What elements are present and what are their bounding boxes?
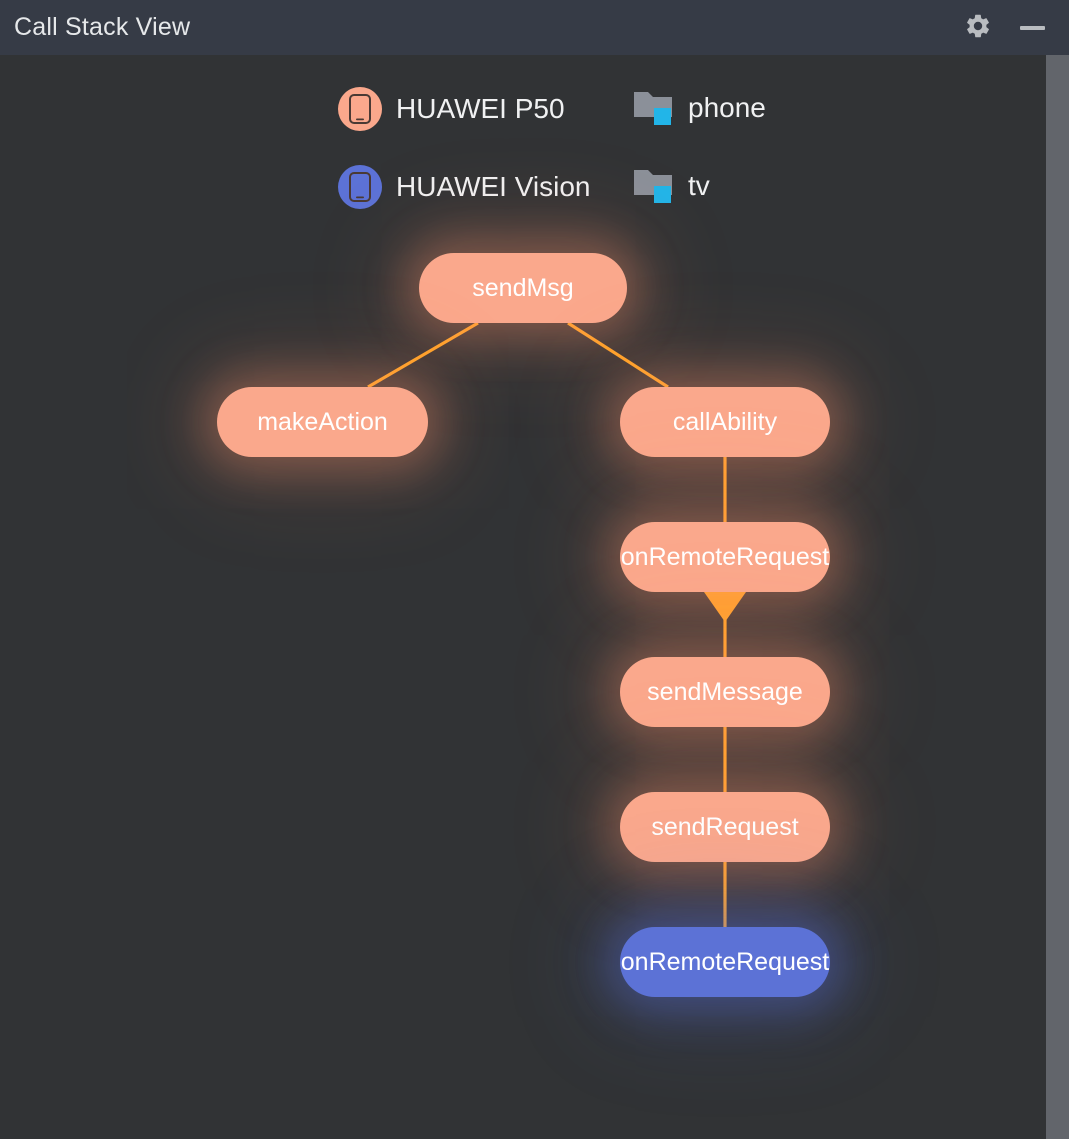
graph-node-makeAction[interactable]: makeAction (217, 387, 428, 457)
gear-icon (964, 12, 992, 43)
settings-button[interactable] (958, 8, 998, 48)
page-title: Call Stack View (14, 13, 191, 41)
graph-node-sendMessage[interactable]: sendMessage (620, 657, 830, 727)
graph-node-sendRequest[interactable]: sendRequest (620, 792, 830, 862)
window-titlebar: Call Stack View (0, 0, 1069, 55)
graph-node-onRemoteRequest2[interactable]: onRemoteRequest (620, 927, 830, 997)
graph-edge-arrowhead (704, 592, 746, 622)
call-stack-graph: sendMsg makeAction callAbility onRemoteRequ… (0, 55, 1046, 1139)
titlebar-controls (958, 8, 1069, 48)
minimize-button[interactable] (1012, 8, 1052, 48)
graph-edges (367, 321, 746, 927)
call-stack-canvas[interactable]: HUAWEI P50 phone HUAWEI Vision tv sendMsg ma… (0, 55, 1046, 1139)
vertical-scrollbar-track[interactable] (1046, 55, 1069, 1139)
graph-edge-sendMsg-to-callAbility (567, 321, 669, 389)
minimize-icon (1019, 25, 1045, 30)
graph-node-onRemoteRequest1[interactable]: onRemoteRequest (620, 522, 830, 592)
graph-edge-sendMsg-to-makeAction (367, 321, 479, 389)
graph-node-sendMsg[interactable]: sendMsg (419, 253, 627, 323)
graph-node-callAbility[interactable]: callAbility (620, 387, 830, 457)
vertical-scrollbar-thumb[interactable] (1046, 55, 1069, 1139)
